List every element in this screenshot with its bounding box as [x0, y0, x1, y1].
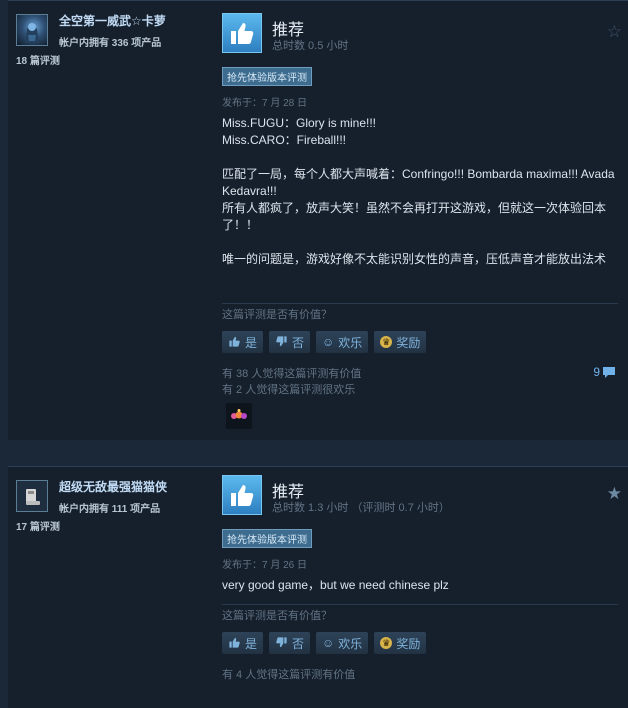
- recommendation-thumb[interactable]: [222, 13, 262, 53]
- review-card: 全空第一威武☆卡萝 帐户内拥有 336 项产品 18 篇评测 推荐 总时数 0.…: [8, 0, 628, 440]
- avatar-image-icon: [26, 489, 40, 505]
- avatar-image-icon: [25, 23, 39, 43]
- vote-funny-button[interactable]: ☺ 欢乐: [316, 632, 369, 654]
- award-label: 奖励: [396, 335, 421, 350]
- review-body: very good game，but we need chinese plz: [222, 577, 618, 594]
- funny-count: 有 2 人觉得这篇评测很欢乐: [222, 384, 356, 396]
- divider: [222, 303, 618, 304]
- early-access-badge: 抢先体验版本评测: [222, 67, 312, 86]
- playtime: 总时数 1.3 小时 （评测时 0.7 小时）: [272, 502, 450, 514]
- early-access-badge: 抢先体验版本评测: [222, 529, 312, 548]
- star-icon[interactable]: ☆: [607, 23, 622, 40]
- award-button[interactable]: ♛ 奖励: [374, 632, 427, 654]
- posted-date: 发布于：7 月 26 日: [222, 560, 308, 571]
- vote-funny-button[interactable]: ☺ 欢乐: [316, 331, 369, 353]
- author-review-count[interactable]: 18 篇评测: [16, 52, 60, 67]
- review-card: 超级无敌最强猫猫侠 帐户内拥有 111 项产品 17 篇评测 推荐 总时数 1.…: [8, 466, 628, 708]
- vote-buttons: 是 否 ☺ 欢乐 ♛ 奖励: [222, 331, 427, 353]
- comment-count: 9: [593, 365, 600, 379]
- helpful-count: 有 38 人觉得这篇评测有价值: [222, 368, 362, 380]
- vote-no-button[interactable]: 否: [269, 632, 311, 654]
- award-icon: ♛: [380, 637, 393, 649]
- review-text-line: 所有人都疯了，放声大笑！虽然不会再打开这游戏，但就这一次体验回本了！！: [222, 201, 607, 232]
- thumbs-down-icon: [275, 335, 288, 350]
- author-review-count[interactable]: 17 篇评测: [16, 518, 60, 533]
- vote-yes-button[interactable]: 是: [222, 632, 264, 654]
- vote-funny-label: 欢乐: [338, 636, 363, 651]
- star-icon[interactable]: ★: [607, 485, 622, 502]
- posted-date: 发布于：7 月 28 日: [222, 98, 308, 109]
- award-icon: ♛: [380, 336, 393, 348]
- vote-funny-label: 欢乐: [338, 335, 363, 350]
- author-products[interactable]: 帐户内拥有 111 项产品: [59, 500, 160, 515]
- vote-no-label: 否: [292, 335, 305, 350]
- vote-no-label: 否: [292, 636, 305, 651]
- vote-yes-button[interactable]: 是: [222, 331, 264, 353]
- recommendation-thumb[interactable]: [222, 475, 262, 515]
- vote-yes-label: 是: [245, 335, 258, 350]
- helpful-question: 这篇评测是否有价值？: [222, 610, 332, 622]
- avatar[interactable]: [16, 14, 48, 46]
- review-text-line: Miss.CARO：Fireball!!!: [222, 133, 347, 147]
- author-products[interactable]: 帐户内拥有 336 项产品: [59, 34, 161, 49]
- review-text-line: 唯一的问题是，游戏好像不太能识别女性的声音，压低声音才能放出法术: [222, 252, 607, 266]
- comment-count-link[interactable]: 9: [593, 365, 616, 379]
- award-button[interactable]: ♛ 奖励: [374, 331, 427, 353]
- thumbs-down-icon: [275, 636, 288, 651]
- review-text-line: 匹配了一局，每个人都大声喊着：Confringo!!! Bombarda max…: [222, 167, 615, 198]
- playtime: 总时数 0.5 小时: [272, 40, 349, 52]
- author-name[interactable]: 全空第一威武☆卡萝: [59, 12, 166, 29]
- award-label: 奖励: [396, 636, 421, 651]
- smile-icon: ☺: [322, 335, 335, 349]
- review-body: Miss.FUGU：Glory is mine!!! Miss.CARO：Fir…: [222, 115, 618, 268]
- helpful-question: 这篇评测是否有价值？: [222, 309, 332, 321]
- vote-yes-label: 是: [245, 636, 258, 651]
- thumbs-up-icon: [231, 23, 254, 44]
- received-award-badge[interactable]: [226, 403, 252, 429]
- thumbs-up-icon: [228, 636, 241, 651]
- smile-icon: ☺: [322, 636, 335, 650]
- helpful-count: 有 4 人觉得这篇评测有价值: [222, 669, 356, 681]
- award-received-icon: [231, 409, 247, 419]
- review-text-line: very good game，but we need chinese plz: [222, 578, 449, 592]
- avatar[interactable]: [16, 480, 48, 512]
- comment-icon: [603, 366, 615, 378]
- vote-no-button[interactable]: 否: [269, 331, 311, 353]
- thumbs-up-icon: [231, 485, 254, 506]
- review-text-line: Miss.FUGU：Glory is mine!!!: [222, 116, 377, 130]
- divider: [222, 604, 618, 605]
- vote-buttons: 是 否 ☺ 欢乐 ♛ 奖励: [222, 632, 427, 654]
- thumbs-up-icon: [228, 335, 241, 350]
- author-name[interactable]: 超级无敌最强猫猫侠: [59, 478, 167, 495]
